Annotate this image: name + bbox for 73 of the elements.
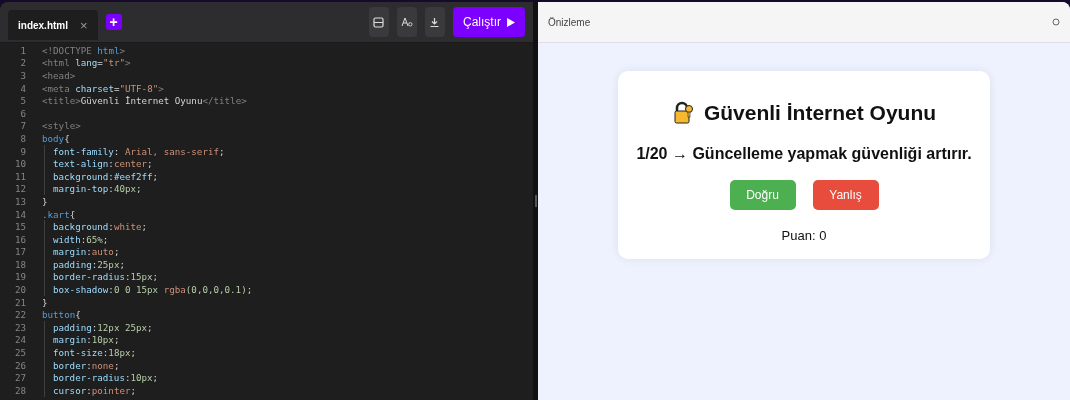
add-file-button[interactable]: +	[105, 14, 122, 30]
download-button[interactable]	[425, 7, 445, 37]
line-number: 22	[13, 309, 27, 321]
code-line: }	[42, 195, 48, 207]
download-icon	[429, 16, 441, 28]
code-line: button{	[42, 309, 81, 321]
close-icon[interactable]: ×	[80, 17, 88, 33]
line-number: 15	[13, 221, 27, 233]
font-size-icon	[401, 17, 413, 27]
line-number: 10	[13, 158, 27, 170]
code-line: font-family: Arial, sans-serif;	[53, 145, 225, 157]
code-line: <style>	[42, 120, 81, 132]
line-number: 14	[13, 208, 27, 220]
line-number: 28	[13, 384, 27, 396]
lock-icon	[671, 101, 696, 125]
line-number: 9	[19, 145, 27, 157]
code-line: <title>Güvenli İnternet Oyunu</title>	[42, 95, 247, 107]
code-line: cursor:pointer;	[53, 384, 137, 396]
code-line: margin:auto;	[53, 246, 120, 258]
code-line: box-shadow:0 0 15px rgba(0,0,0,0.1);	[53, 284, 253, 296]
code-line: <!DOCTYPE html>	[42, 44, 125, 56]
file-tab[interactable]: index.html ×	[8, 10, 98, 40]
code-line: <html lang="tr">	[42, 57, 131, 69]
line-number: 3	[19, 70, 27, 81]
refresh-icon[interactable]	[1052, 18, 1060, 26]
font-size-button[interactable]	[397, 7, 417, 37]
code-line: font-size:18px;	[53, 347, 137, 359]
line-number: 5	[19, 95, 27, 107]
line-number: 18	[13, 258, 27, 270]
run-button[interactable]: Çalıştır	[453, 7, 525, 37]
line-number: 2	[19, 57, 27, 69]
line-number: 17	[13, 246, 27, 258]
line-number: 7	[19, 120, 27, 132]
code-line: }	[42, 296, 48, 308]
code-line: width:65%;	[53, 233, 109, 245]
line-number: 13	[13, 195, 27, 207]
line-number: 24	[13, 334, 27, 346]
game-title: Güvenli İnternet Oyunu	[703, 101, 937, 125]
line-number: 1	[19, 44, 27, 56]
line-number: 16	[13, 233, 27, 245]
line-number: 12	[13, 183, 27, 195]
code-line: border-radius:15px;	[53, 271, 159, 283]
line-number: 11	[13, 170, 27, 182]
line-number: 26	[13, 359, 27, 371]
code-line: <head>	[42, 70, 76, 81]
layout-icon	[373, 16, 385, 28]
line-number: 20	[13, 284, 27, 296]
score-text: Puan: 0	[781, 228, 827, 243]
answer-button[interactable]: Yanlış	[812, 180, 879, 210]
code-line: body{	[42, 132, 70, 144]
line-number: 27	[13, 372, 27, 384]
layout-button[interactable]	[369, 7, 389, 37]
preview-title: Önizleme	[548, 16, 592, 28]
play-icon	[507, 17, 515, 27]
code-line: margin:10px;	[53, 334, 120, 346]
line-number: 23	[13, 321, 27, 333]
code-line: background:white;	[53, 221, 148, 233]
line-number: 21	[13, 296, 27, 308]
code-line: border-radius:10px;	[53, 372, 159, 384]
line-number: 6	[19, 107, 27, 119]
code-line: .kart{	[42, 208, 76, 220]
code-line: padding:12px 25px;	[53, 321, 153, 333]
code-line: text-align:center;	[53, 158, 153, 170]
code-line: padding:25px;	[53, 258, 125, 270]
code-line: border:none;	[53, 359, 120, 371]
line-number: 4	[19, 82, 27, 94]
line-number: 19	[13, 271, 27, 283]
code-line: <meta charset="UTF-8">	[42, 82, 164, 94]
question-text: 1/20 → Güncelleme yapmak güvenliği artırır.	[636, 145, 972, 163]
line-number: 25	[13, 347, 27, 359]
code-line: margin-top:40px;	[53, 183, 142, 195]
line-number: 8	[19, 132, 27, 144]
code-line: background:#eef2ff;	[53, 170, 159, 182]
